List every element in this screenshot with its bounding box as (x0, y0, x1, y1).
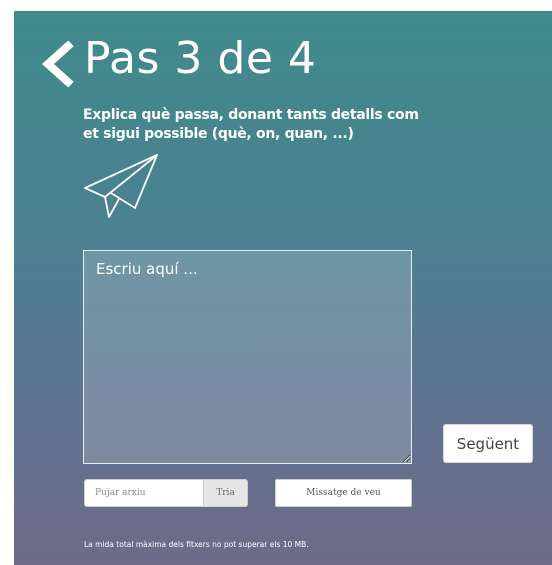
file-upload: Tria (84, 479, 248, 507)
file-size-note: La mida total màxima dels fitxers no pot… (84, 540, 309, 549)
back-button[interactable] (38, 40, 78, 88)
step-panel: Pas 3 de 4 Explica què passa, donant tan… (14, 11, 552, 565)
paper-plane-icon (84, 154, 158, 218)
message-textarea[interactable] (83, 250, 412, 464)
voice-message-button[interactable]: Missatge de veu (275, 479, 412, 507)
next-button[interactable]: Següent (443, 424, 533, 463)
file-upload-input[interactable] (84, 479, 203, 507)
choose-file-button[interactable]: Tria (203, 479, 248, 507)
page-title: Pas 3 de 4 (84, 33, 317, 84)
instructions-text: Explica què passa, donant tants detalls … (83, 107, 419, 142)
chevron-left-icon (42, 40, 74, 88)
